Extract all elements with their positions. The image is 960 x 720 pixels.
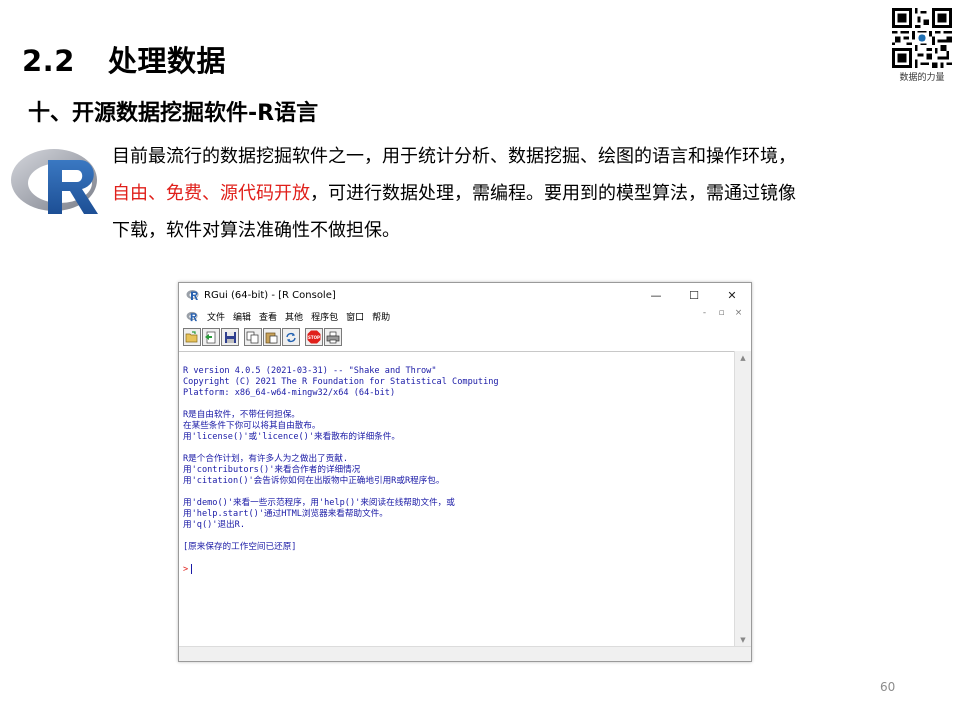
stop-icon: STOP <box>307 330 321 344</box>
stop-button[interactable]: STOP <box>305 328 323 346</box>
qr-caption: 数据的力量 <box>899 73 945 83</box>
print-button[interactable] <box>324 328 342 346</box>
description-paragraph: 目前最流行的数据挖掘软件之一，用于统计分析、数据挖掘、绘图的语言和操作环境， 自… <box>112 138 942 249</box>
section-title: 2.2 处理数据 <box>22 38 226 78</box>
paste-button[interactable] <box>263 328 281 346</box>
close-button[interactable]: ✕ <box>713 283 751 307</box>
open-script-button[interactable] <box>183 328 201 346</box>
copy-paste-icon <box>286 332 296 342</box>
load-workspace-icon <box>205 331 216 343</box>
description-line-3: 下载，软件对算法准确性不做担保。 <box>112 220 400 241</box>
console-line: Platform: x86_64-w64-mingw32/x64 (64-bit… <box>183 388 396 398</box>
copy-button[interactable] <box>244 328 262 346</box>
toolbar: STOP <box>183 327 343 347</box>
description-line-2-rest: ，可进行数据处理，需编程。要用到的模型算法，需通过镜像 <box>310 183 796 204</box>
menu-view[interactable]: 查看 <box>259 310 277 323</box>
copy-paste-button[interactable] <box>282 328 300 346</box>
mdi-minimize-button[interactable]: - <box>698 308 711 318</box>
mdi-close-button[interactable]: × <box>732 308 745 318</box>
console-line: R是自由软件，不带任何担保。 <box>183 410 300 420</box>
console-line: [原来保存的工作空间已还原] <box>183 542 297 552</box>
save-icon <box>224 331 236 343</box>
console-line: 用'license()'或'licence()'来看散布的详细条件。 <box>183 432 400 442</box>
vertical-scrollbar[interactable]: ▲ ▼ <box>734 351 751 647</box>
console-line: 用'demo()'来看一些示范程序，用'help()'来阅读在线帮助文件，或 <box>183 498 455 508</box>
paste-icon <box>265 332 278 343</box>
scroll-up-icon[interactable]: ▲ <box>735 351 751 365</box>
console-line: 用'q()'退出R. <box>183 520 245 530</box>
page-number: 60 <box>880 680 896 694</box>
horizontal-scrollbar[interactable] <box>179 646 751 661</box>
section-number: 2.2 <box>22 44 75 78</box>
minimize-button[interactable]: — <box>637 283 675 307</box>
console-prompt: > <box>183 564 189 575</box>
menu-bar: 文件 编辑 查看 其他 程序包 窗口 帮助 <box>179 307 751 325</box>
r-console-icon[interactable] <box>186 311 199 322</box>
load-workspace-button[interactable] <box>202 328 220 346</box>
console-line: 用'help.start()'通过HTML浏览器来看帮助文件。 <box>183 509 388 519</box>
stop-label: STOP <box>308 335 320 340</box>
mdi-restore-button[interactable]: ▫ <box>715 308 728 318</box>
menu-packages[interactable]: 程序包 <box>311 310 338 323</box>
menu-help[interactable]: 帮助 <box>372 310 390 323</box>
highlight-free-open-source: 自由、免费、源代码开放 <box>112 183 310 204</box>
open-script-icon <box>185 331 198 343</box>
rgui-window[interactable]: RGui (64-bit) - [R Console] — ☐ ✕ 文件 编辑 … <box>178 282 752 662</box>
scroll-down-icon[interactable]: ▼ <box>735 633 751 647</box>
r-app-icon <box>186 290 199 300</box>
maximize-button[interactable]: ☐ <box>675 283 713 307</box>
console-line: Copyright (C) 2021 The R Foundation for … <box>183 377 499 387</box>
window-title: RGui (64-bit) - [R Console] <box>204 289 336 301</box>
menu-misc[interactable]: 其他 <box>285 310 303 323</box>
slide-subtitle: 十、开源数据挖掘软件-R语言 <box>28 101 319 126</box>
section-title-text: 处理数据 <box>108 44 227 78</box>
menu-file[interactable]: 文件 <box>207 310 225 323</box>
text-cursor <box>191 564 193 574</box>
save-button[interactable] <box>221 328 239 346</box>
r-console-output[interactable]: R version 4.0.5 (2021-03-31) -- "Shake a… <box>179 351 735 647</box>
description-line-2: 自由、免费、源代码开放，可进行数据处理，需编程。要用到的模型算法，需通过镜像 <box>112 175 942 212</box>
copy-icon <box>246 331 259 343</box>
menu-windows[interactable]: 窗口 <box>346 310 364 323</box>
console-line: 用'contributors()'来看合作者的详细情况 <box>183 465 361 475</box>
console-line: 在某些条件下你可以将其自由散布。 <box>183 421 321 431</box>
console-prompt-line[interactable]: > <box>183 564 735 575</box>
print-icon <box>326 331 340 343</box>
qr-code-icon <box>892 8 952 68</box>
console-line: R version 4.0.5 (2021-03-31) -- "Shake a… <box>183 366 437 376</box>
description-line-1: 目前最流行的数据挖掘软件之一，用于统计分析、数据挖掘、绘图的语言和操作环境， <box>112 146 796 167</box>
r-logo-icon <box>11 149 98 214</box>
window-titlebar[interactable]: RGui (64-bit) - [R Console] — ☐ ✕ <box>179 283 751 307</box>
menu-edit[interactable]: 编辑 <box>233 310 251 323</box>
console-line: R是个合作计划，有许多人为之做出了贡献. <box>183 454 349 464</box>
console-line: 用'citation()'会告诉你如何在出版物中正确地引用R或R程序包。 <box>183 476 445 486</box>
